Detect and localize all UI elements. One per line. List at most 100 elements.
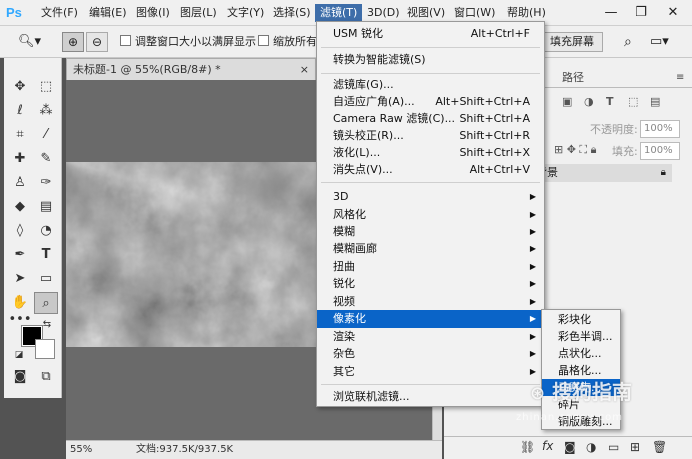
history-brush-icon[interactable]: ✑ (34, 172, 58, 194)
menu-layer[interactable]: 图层(L) (175, 4, 222, 22)
resize-windows-checkbox[interactable] (120, 35, 131, 46)
menu-select[interactable]: 选择(S) (268, 4, 316, 22)
menu-item-stylize[interactable]: 风格化 ▶ (317, 206, 544, 224)
menu-file[interactable]: 文件(F) (36, 4, 83, 22)
menu-window[interactable]: 窗口(W) (449, 4, 500, 22)
menu-item-browse-online[interactable]: 浏览联机滤镜... (317, 388, 544, 406)
zoom-tool-icon[interactable]: ⌕ (34, 292, 58, 314)
menu-item-distort[interactable]: 扭曲 ▶ (317, 258, 544, 276)
fx-icon[interactable]: fx (542, 439, 553, 453)
layer-background[interactable]: 背景 🔒︎ (530, 164, 672, 182)
menu-item-liquify[interactable]: 液化(L)... Shift+Ctrl+X (317, 144, 544, 162)
fill-screen-button[interactable]: 填充屏幕 (541, 32, 603, 52)
submenu-item-pointillize[interactable]: 点状化... (542, 345, 620, 362)
lock-icons[interactable]: ⊞ ✥ ⛶ 🔒︎ (554, 143, 596, 157)
document-tab-title: 未标题-1 @ 55%(RGB/8#) * (73, 63, 221, 76)
delete-layer-icon[interactable]: 🗑︎ (652, 440, 667, 454)
submenu-item-color-halftone[interactable]: 彩色半调... (542, 328, 620, 345)
eyedropper-icon[interactable]: ⁄ (34, 124, 58, 146)
background-color-swatch[interactable] (35, 339, 55, 359)
move-tool-icon[interactable]: ✥ (8, 76, 32, 98)
zoom-out-icon[interactable]: ⊖ (86, 32, 108, 52)
eraser-tool-icon[interactable]: ◆ (8, 196, 32, 218)
lasso-tool-icon[interactable]: ℓ (8, 100, 32, 122)
zoom-tool-preset-icon[interactable]: 🔍︎▾ (18, 33, 41, 51)
document-info: 文档:937.5K/937.5K (136, 444, 234, 455)
path-select-icon[interactable]: ➤ (8, 268, 32, 290)
dodge-tool-icon[interactable]: ◔ (34, 220, 58, 242)
document-tab[interactable]: 未标题-1 @ 55%(RGB/8#) * × (66, 58, 316, 80)
submenu-arrow-icon: ▶ (529, 297, 536, 306)
menu-type[interactable]: 文字(Y) (222, 4, 269, 22)
zoom-all-checkbox[interactable] (258, 35, 269, 46)
menu-item-blur-gallery[interactable]: 模糊画廊 ▶ (317, 240, 544, 258)
menu-item-other[interactable]: 其它 ▶ (317, 363, 544, 381)
close-tab-icon[interactable]: × (300, 59, 309, 80)
hand-tool-icon[interactable]: ✋ (8, 292, 32, 314)
menu-item-vanishing-point[interactable]: 消失点(V)... Alt+Ctrl+V (317, 161, 544, 179)
zoom-level[interactable]: 55% (70, 441, 100, 459)
adjustment-layer-icon[interactable]: ◑ (586, 440, 596, 454)
filter-shape-icon[interactable]: ⬚ (628, 95, 638, 108)
menu-item-noise[interactable]: 杂色 ▶ (317, 345, 544, 363)
crop-tool-icon[interactable]: ⌗ (8, 124, 32, 146)
minimize-button[interactable]: — (596, 3, 626, 23)
workspace-icon[interactable]: ▭▾ (650, 33, 669, 51)
opacity-field[interactable]: 100% (640, 120, 680, 138)
ps-logo: Ps (6, 5, 22, 20)
quick-mask-icon[interactable]: ◙ (8, 366, 32, 388)
menu-item-lens-correction[interactable]: 镜头校正(R)... Shift+Ctrl+R (317, 127, 544, 145)
gradient-tool-icon[interactable]: ▤ (34, 196, 58, 218)
new-group-icon[interactable]: ▭ (608, 440, 619, 454)
menu-item-pixelate[interactable]: 像素化 ▶ (317, 310, 544, 328)
menu-item-3d[interactable]: 3D ▶ (317, 188, 544, 206)
filter-pixel-icon[interactable]: ▣ (562, 95, 572, 108)
menu-item-render[interactable]: 渲染 ▶ (317, 328, 544, 346)
menu-item-video[interactable]: 视频 ▶ (317, 293, 544, 311)
swap-colors-icon[interactable]: ⇆ (40, 318, 54, 332)
magic-wand-icon[interactable]: ⁂ (34, 100, 58, 122)
search-icon[interactable]: ⌕ (624, 33, 632, 51)
menu-3d[interactable]: 3D(D) (362, 4, 405, 22)
brush-tool-icon[interactable]: ✎ (34, 148, 58, 170)
shape-tool-icon[interactable]: ▭ (34, 268, 58, 290)
fill-field[interactable]: 100% (640, 142, 680, 160)
submenu-arrow-icon: ▶ (529, 279, 536, 288)
menu-item-blur[interactable]: 模糊 ▶ (317, 223, 544, 241)
menu-item-sharpen[interactable]: 锐化 ▶ (317, 275, 544, 293)
marquee-tool-icon[interactable]: ⬚ (34, 76, 58, 98)
restore-button[interactable]: ❐ (626, 3, 656, 23)
stamp-tool-icon[interactable]: ♙ (8, 172, 32, 194)
menu-help[interactable]: 帮助(H) (502, 4, 551, 22)
new-layer-icon[interactable]: ⊞ (630, 440, 640, 454)
healing-brush-icon[interactable]: ✚ (8, 148, 32, 170)
menu-image[interactable]: 图像(I) (131, 4, 175, 22)
menu-view[interactable]: 视图(V) (402, 4, 450, 22)
menu-item-adaptive-wide-angle[interactable]: 自适应广角(A)... Alt+Shift+Ctrl+A (317, 93, 544, 111)
more-tools-icon[interactable]: ••• (8, 313, 32, 326)
menu-item-filter-gallery[interactable]: 滤镜库(G)... (317, 76, 544, 94)
default-colors-icon[interactable]: ◪ (12, 348, 26, 362)
close-button[interactable]: ✕ (658, 3, 688, 23)
submenu-item-facet[interactable]: 彩块化 (542, 311, 620, 328)
menu-separator (321, 47, 540, 48)
link-layers-icon[interactable]: ⛓ (520, 440, 535, 454)
menu-item-usm-sharpen[interactable]: USM 锐化 Alt+Ctrl+F (317, 25, 544, 43)
blur-tool-icon[interactable]: ◊ (8, 220, 32, 242)
tab-paths[interactable]: 路径 (554, 68, 592, 88)
pen-tool-icon[interactable]: ✒ (8, 244, 32, 266)
type-tool-icon[interactable]: T (34, 244, 58, 266)
menu-item-convert-smart-filter[interactable]: 转换为智能滤镜(S) (317, 51, 544, 69)
filter-type-icon[interactable]: T (606, 95, 614, 108)
filter-adjust-icon[interactable]: ◑ (584, 95, 594, 108)
menu-edit[interactable]: 编辑(E) (84, 4, 132, 22)
resize-windows-option[interactable]: 调整窗口大小以满屏显示 (120, 33, 256, 51)
screen-mode-icon[interactable]: ⧉ (34, 366, 58, 388)
add-mask-icon[interactable]: ◙ (564, 440, 576, 454)
menu-filter[interactable]: 滤镜(T) (315, 4, 363, 22)
menu-item-camera-raw[interactable]: Camera Raw 滤镜(C)... Shift+Ctrl+A (317, 110, 544, 128)
zoom-in-icon[interactable]: ⊕ (62, 32, 84, 52)
panel-menu-icon[interactable]: ≡ (668, 68, 692, 88)
filter-smart-icon[interactable]: ▤ (650, 95, 660, 108)
zoom-all-option[interactable]: 缩放所有 (258, 33, 317, 51)
